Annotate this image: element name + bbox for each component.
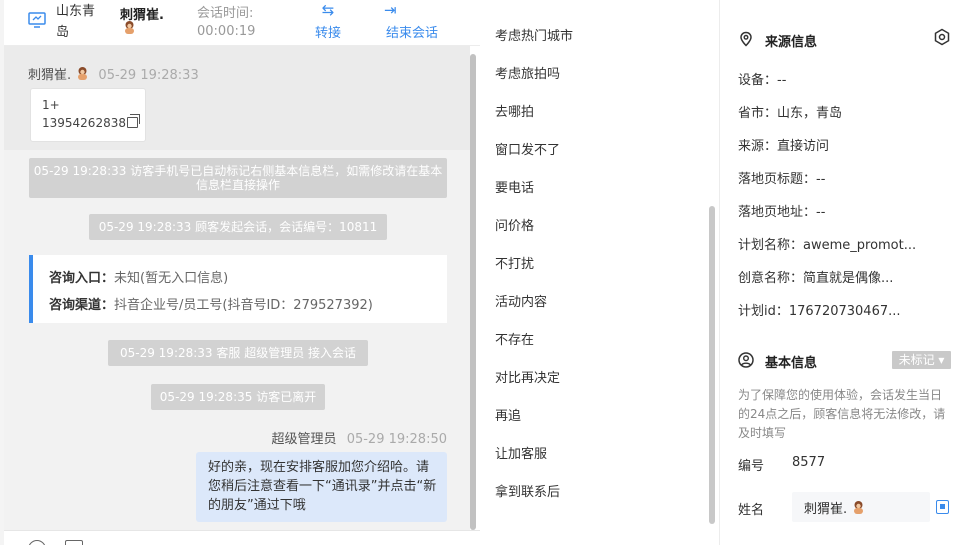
end-session-label: 结束会话 bbox=[385, 26, 438, 41]
visitor-avatar-icon bbox=[854, 501, 864, 514]
phone-prefix: 1+ bbox=[42, 98, 60, 112]
name-field[interactable]: 刺猬崔. bbox=[792, 492, 930, 522]
tag-dropdown[interactable]: 未标记 ▾ bbox=[892, 351, 951, 369]
copy-icon[interactable] bbox=[126, 114, 140, 128]
id-value: 8577 bbox=[792, 455, 826, 470]
quick-reply-item[interactable]: 对比再决定 bbox=[495, 367, 560, 386]
user-circle-icon bbox=[738, 352, 754, 368]
system-message: 05-29 19:28:33 顾客发起会话，会话编号：10811 bbox=[89, 214, 387, 240]
chat-scrollbar[interactable] bbox=[470, 50, 476, 530]
quick-reply-item[interactable]: 活动内容 bbox=[495, 291, 547, 310]
visitor-avatar-icon bbox=[125, 21, 134, 34]
message-time: 05-29 19:28:33 bbox=[98, 68, 199, 83]
end-session-button[interactable]: ⇥ 结束会话 bbox=[382, 0, 442, 41]
consult-channel-value: 抖音企业号/员工号(抖音号ID：279527392) bbox=[114, 298, 373, 313]
id-label: 编号 bbox=[738, 459, 765, 474]
quick-reply-item[interactable]: 问价格 bbox=[495, 215, 534, 234]
quick-reply-item[interactable]: 让加客服 bbox=[495, 443, 547, 462]
tag-label: 未标记 bbox=[898, 353, 935, 367]
monitor-icon bbox=[28, 12, 46, 28]
source-row-landing-title: 落地页标题：-- bbox=[738, 172, 826, 187]
agent-message-meta: 超级管理员 05-29 19:28:50 bbox=[272, 428, 447, 447]
source-row-origin: 来源：直接访问 bbox=[738, 139, 830, 154]
source-row-plan-name: 计划名称：aweme_promot... bbox=[738, 238, 917, 253]
quick-reply-item[interactable]: 考虑热门城市 bbox=[495, 25, 573, 44]
quick-reply-item[interactable]: 窗口发不了 bbox=[495, 139, 560, 158]
name-value: 刺猬崔. bbox=[804, 502, 848, 517]
source-row-province: 省市：山东，青岛 bbox=[738, 106, 843, 121]
customer-service-workspace: 山东青岛 刺猬崔. 会话时间: 00:00:19 ⇆ 转接 ⇥ 结束会话 刺猬崔… bbox=[0, 0, 956, 545]
source-row-landing-url: 落地页地址：-- bbox=[738, 205, 826, 220]
agent-sender: 超级管理员 bbox=[271, 432, 337, 447]
session-time: 00:00:19 bbox=[197, 24, 256, 39]
location-pin-icon bbox=[740, 31, 752, 47]
chat-panel: 山东青岛 刺猬崔. 会话时间: 00:00:19 ⇆ 转接 ⇥ 结束会话 刺猬崔… bbox=[0, 0, 480, 545]
agent-message-time: 05-29 19:28:50 bbox=[346, 432, 447, 447]
customer-info-panel: 来源信息 设备：-- 省市：山东，青岛 来源：直接访问 落地页标题：-- 落地页… bbox=[720, 0, 956, 545]
chat-header: 山东青岛 刺猬崔. 会话时间: 00:00:19 ⇆ 转接 ⇥ 结束会话 bbox=[4, 0, 480, 46]
system-message: 05-29 19:28:35 访客已离开 bbox=[151, 384, 325, 410]
source-row-plan-id: 计划id：176720730467... bbox=[738, 304, 901, 319]
name-label: 姓名 bbox=[738, 503, 765, 518]
agent-message-bubble: 好的亲，现在安排客服加您介绍哈。请您稍后注意查看一下“通讯录”并点击“新的朋友”… bbox=[196, 452, 447, 522]
session-time-label: 会话时间: bbox=[197, 6, 254, 21]
copy-name-icon[interactable] bbox=[936, 500, 949, 514]
quick-reply-item[interactable]: 不打扰 bbox=[495, 253, 534, 272]
edit-deadline-note: 为了保障您的使用体验，会话发生当日的24点之后，顾客信息将无法修改，请及时填写 bbox=[738, 388, 946, 440]
quick-reply-list: 考虑热门城市 考虑旅拍吗 去哪拍 窗口发不了 要电话 问价格 不打扰 活动内容 … bbox=[480, 0, 720, 545]
image-icon[interactable] bbox=[65, 540, 83, 545]
phone-number: 13954262838 bbox=[42, 116, 126, 130]
source-row-creative-name: 创意名称：简直就是偶像... bbox=[738, 271, 894, 286]
visitor-message: 刺猬崔. 05-29 19:28:33 1+ 13954262838 bbox=[4, 46, 470, 150]
consult-entry-value: 未知(暂无入口信息) bbox=[114, 271, 229, 286]
source-row-device: 设备：-- bbox=[738, 73, 787, 88]
quick-reply-item[interactable]: 不存在 bbox=[495, 329, 534, 348]
visitor-avatar-icon bbox=[78, 67, 88, 80]
visitor-location: 山东青岛 bbox=[56, 4, 96, 40]
message-sender: 刺猬崔. bbox=[28, 68, 72, 83]
quick-reply-scrollbar[interactable] bbox=[709, 206, 715, 524]
quick-reply-item[interactable]: 去哪拍 bbox=[495, 101, 534, 120]
message-list[interactable]: 刺猬崔. 05-29 19:28:33 1+ 13954262838 05-29… bbox=[4, 46, 470, 530]
chat-scrollbar-thumb[interactable] bbox=[470, 54, 476, 530]
consult-channel-label: 咨询渠道： bbox=[49, 298, 115, 313]
system-message: 05-29 19:28:33 访客手机号已自动标记右侧基本信息栏，如需修改请在基… bbox=[29, 158, 447, 198]
quick-reply-item[interactable]: 再追 bbox=[495, 405, 521, 424]
message-meta: 刺猬崔. 05-29 19:28:33 bbox=[28, 64, 199, 83]
exit-icon: ⇥ bbox=[384, 1, 397, 19]
settings-icon[interactable] bbox=[933, 28, 951, 46]
consult-info-card: 咨询入口：未知(暂无入口信息) 咨询渠道：抖音企业号/员工号(抖音号ID：279… bbox=[29, 255, 447, 323]
quick-reply-item[interactable]: 拿到联系后 bbox=[495, 481, 560, 500]
quick-reply-item[interactable]: 要电话 bbox=[495, 177, 534, 196]
basic-info-title: 基本信息 bbox=[765, 356, 818, 371]
system-message: 05-29 19:28:33 客服 超级管理员 接入会话 bbox=[108, 340, 368, 366]
quick-reply-item[interactable]: 考虑旅拍吗 bbox=[495, 63, 560, 82]
source-info-title: 来源信息 bbox=[765, 35, 818, 50]
phone-bubble: 1+ 13954262838 bbox=[30, 88, 146, 142]
caret-down-icon: ▾ bbox=[934, 353, 945, 367]
consult-entry-label: 咨询入口： bbox=[49, 271, 115, 286]
input-toolbar bbox=[4, 530, 480, 545]
transfer-icon: ⇆ bbox=[321, 1, 335, 19]
transfer-button[interactable]: ⇆ 转接 bbox=[310, 0, 346, 41]
transfer-label: 转接 bbox=[314, 26, 341, 41]
emoji-icon[interactable] bbox=[28, 540, 46, 545]
